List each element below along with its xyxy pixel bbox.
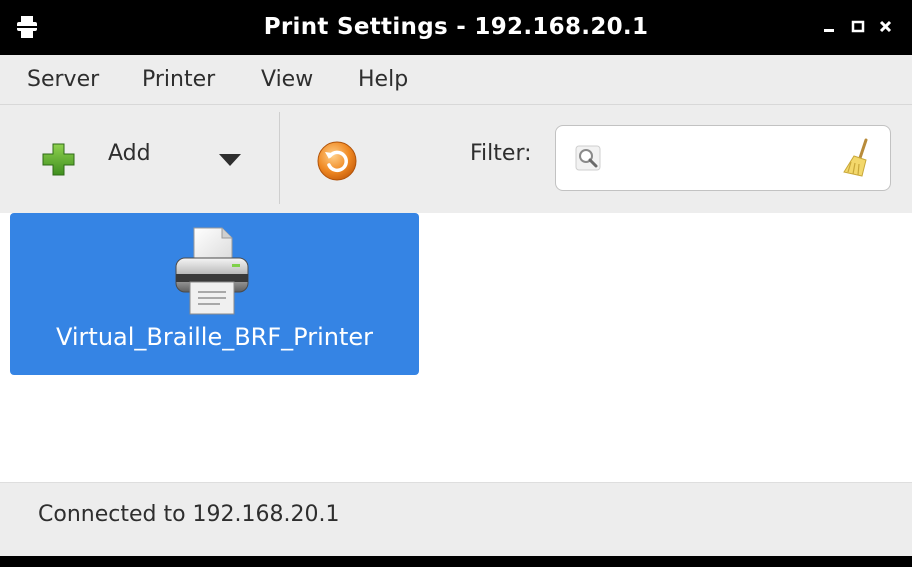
menu-printer[interactable]: Printer <box>142 55 215 105</box>
clear-broom-icon[interactable] <box>840 138 874 178</box>
plus-icon <box>42 143 75 176</box>
menu-server[interactable]: Server <box>27 55 99 105</box>
search-icon <box>575 145 601 171</box>
menu-help[interactable]: Help <box>358 55 408 105</box>
title-bar[interactable]: Print Settings - 192.168.20.1 <box>0 0 912 55</box>
close-icon[interactable] <box>876 16 896 36</box>
window-bottom-border <box>0 556 912 567</box>
maximize-icon[interactable] <box>848 16 868 36</box>
print-settings-window: Print Settings - 192.168.20.1 Server Pri… <box>0 0 912 567</box>
connection-status: Connected to 192.168.20.1 <box>38 502 340 527</box>
window-title: Print Settings - 192.168.20.1 <box>263 14 649 40</box>
menu-view[interactable]: View <box>261 55 313 105</box>
printer-name: Virtual_Braille_BRF_Printer <box>55 323 373 351</box>
refresh-icon[interactable] <box>316 140 358 182</box>
filter-input[interactable] <box>615 138 829 180</box>
printer-icon <box>175 227 249 315</box>
menu-bar: Server Printer View Help <box>0 55 912 105</box>
filter-label: Filter: <box>470 141 532 166</box>
chevron-down-icon[interactable] <box>216 150 244 170</box>
minimize-icon[interactable] <box>820 16 840 36</box>
add-button-label: Add <box>108 141 151 166</box>
toolbar-separator <box>279 112 280 204</box>
